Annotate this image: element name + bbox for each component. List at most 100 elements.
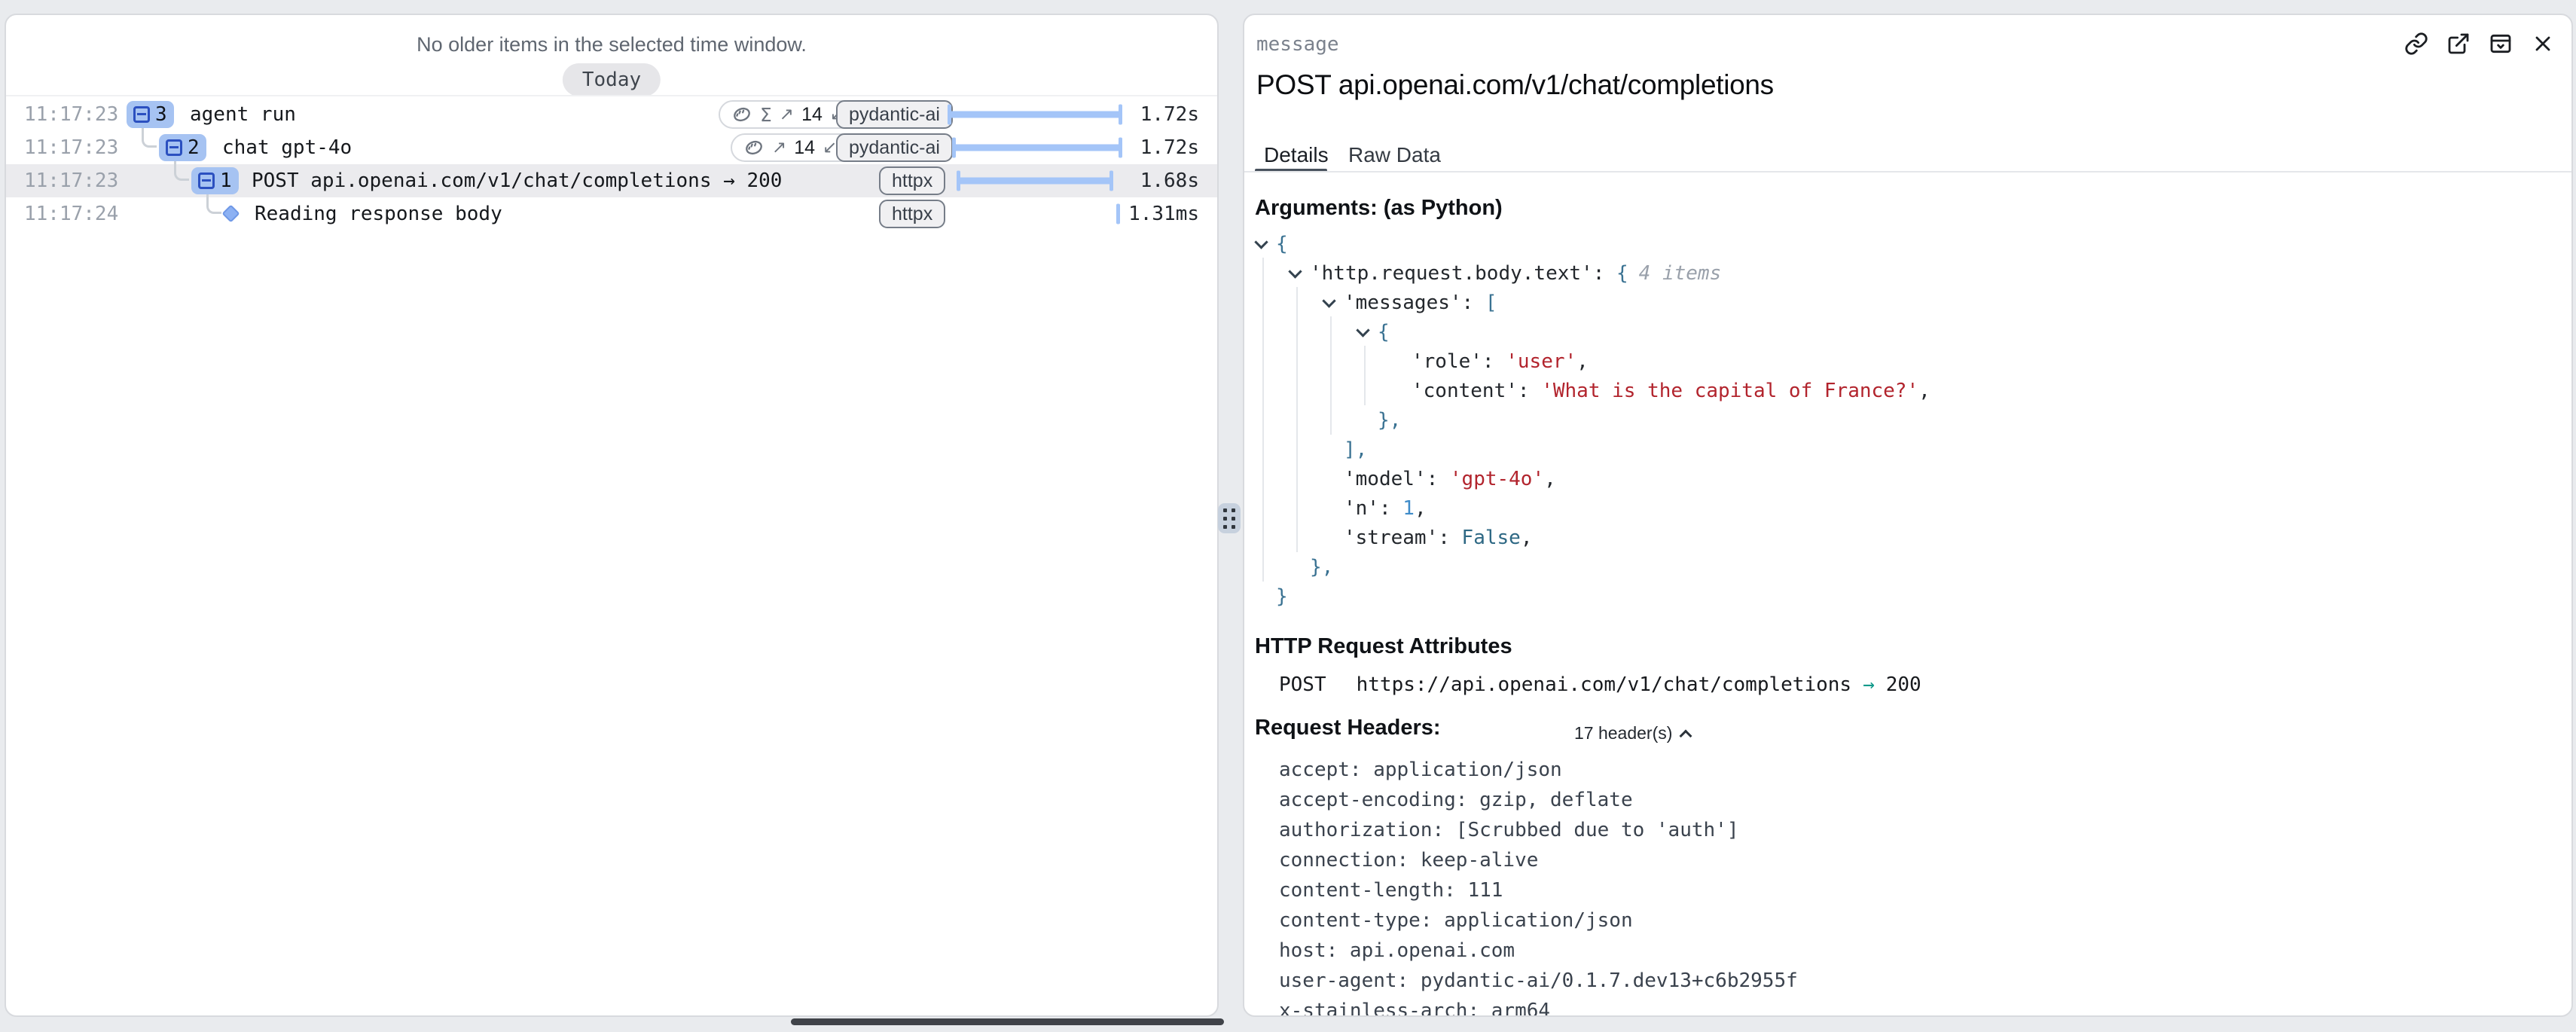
trace-row-reading-response-body[interactable]: 11:17:24 Reading response body httpx 1.3… (6, 197, 1217, 231)
code-line: 'n': 1, (1255, 493, 1930, 523)
timestamp: 11:17:23 (24, 169, 118, 192)
timestamp: 11:17:23 (24, 136, 118, 159)
tab-raw-data[interactable]: Raw Data (1348, 143, 1441, 167)
log-diamond-icon (221, 204, 240, 222)
tabbar-divider (1244, 171, 2571, 173)
tokens-in-count: 14 (801, 104, 823, 126)
chevron-down-icon[interactable] (1356, 323, 1369, 337)
duration-bar[interactable] (957, 171, 1113, 191)
trace-row-post-completions-selected[interactable]: 11:17:23 1 POST api.openai.com/v1/chat/c… (6, 164, 1217, 197)
tokens-in-icon: ↗ (780, 105, 794, 124)
child-count: 2 (188, 136, 200, 159)
tab-details[interactable]: Details (1264, 143, 1329, 167)
headers-count-toggle[interactable]: 17 header(s) (1574, 723, 1690, 743)
arguments-heading: Arguments: (as Python) (1255, 196, 1503, 221)
code-line: 'role': 'user', (1255, 347, 1930, 376)
token-coin-icon (731, 104, 752, 125)
header-line: host: api.openai.com (1279, 936, 1798, 966)
scope-tag[interactable]: pydantic-ai (836, 133, 953, 162)
duration-value: 1.72s (1140, 136, 1199, 159)
duration-value: 1.68s (1140, 169, 1199, 192)
collapse-minus-icon (133, 106, 150, 123)
request-url-group: https://api.openai.com/v1/chat/completio… (1357, 673, 1921, 696)
dock-panel-icon[interactable] (2489, 32, 2513, 56)
code-line: }, (1255, 405, 1930, 435)
span-label: Reading response body (255, 203, 502, 225)
request-headers-heading: Request Headers: (1255, 716, 1441, 740)
duration-tick[interactable] (1116, 204, 1120, 224)
panel-resize-handle[interactable] (1218, 503, 1241, 533)
request-url: https://api.openai.com/v1/chat/completio… (1357, 673, 1851, 696)
span-label: chat gpt-4o (222, 136, 352, 159)
collapse-badge[interactable]: 1 (191, 167, 239, 194)
scope-tag[interactable]: pydantic-ai (836, 100, 953, 129)
tree-connector (206, 194, 221, 214)
code-line: ], (1255, 435, 1930, 464)
child-count: 1 (220, 169, 232, 192)
code-line: 'model': 'gpt-4o', (1255, 464, 1930, 493)
details-panel: message POST api.openai.com/v1/chat/comp… (1243, 14, 2573, 1017)
header-line: authorization: [Scrubbed due to 'auth'] (1279, 815, 1798, 845)
header-line: content-type: application/json (1279, 905, 1798, 936)
tokens-in-icon: ↗ (772, 138, 786, 157)
tree-connector (142, 128, 157, 148)
rows-divider (6, 95, 1217, 96)
code-line: { (1255, 317, 1930, 347)
status-arrow-icon: → (1863, 673, 1875, 696)
grip-dots-icon (1223, 508, 1235, 529)
header-line: accept: application/json (1279, 755, 1798, 785)
arguments-python-tree: { 'http.request.body.text': {4 items 'me… (1255, 229, 1930, 611)
tokens-out-icon: ↙ (823, 138, 837, 157)
trace-row-chat-gpt4o[interactable]: 11:17:23 2 chat gpt-4o ↗ 14 ↙ 8 pydantic… (6, 131, 1217, 164)
duration-bar[interactable] (952, 138, 1122, 158)
code-line: }, (1255, 552, 1930, 582)
duration-value: 1.72s (1140, 103, 1199, 126)
request-method: POST (1279, 673, 1326, 696)
trace-viewer: No older items in the selected time wind… (0, 0, 2576, 1032)
request-summary-line: POST https://api.openai.com/v1/chat/comp… (1279, 673, 1921, 696)
horizontal-scrollbar-thumb[interactable] (791, 1018, 1224, 1025)
code-line: } (1255, 582, 1930, 611)
span-label: agent run (190, 103, 296, 126)
span-title: POST api.openai.com/v1/chat/completions (1256, 69, 1774, 101)
trace-row-agent-run[interactable]: 11:17:23 3 agent run Σ ↗ 14 ↙ 8 pydantic… (6, 98, 1217, 131)
header-line: content-length: 111 (1279, 875, 1798, 905)
today-button[interactable]: Today (563, 63, 661, 96)
collapse-caret-icon (1680, 729, 1692, 742)
timestamp: 11:17:24 (24, 203, 118, 225)
copy-link-icon[interactable] (2404, 32, 2428, 56)
span-label: POST api.openai.com/v1/chat/completions … (252, 169, 782, 192)
chevron-down-icon[interactable] (1322, 294, 1335, 307)
code-line: 'http.request.body.text': {4 items (1255, 258, 1930, 288)
no-older-items-notice: No older items in the selected time wind… (6, 33, 1217, 56)
tokens-in-count: 14 (794, 137, 815, 159)
header-line: connection: keep-alive (1279, 845, 1798, 875)
collapse-minus-icon (198, 173, 215, 189)
duration-bar[interactable] (948, 105, 1122, 125)
code-line: 'content': 'What is the capital of Franc… (1255, 376, 1930, 405)
tree-connector (174, 161, 189, 181)
code-line: { (1255, 229, 1930, 258)
header-line: user-agent: pydantic-ai/0.1.7.dev13+c6b2… (1279, 966, 1798, 996)
scope-tag[interactable]: httpx (879, 200, 945, 228)
duration-value: 1.31ms (1128, 203, 1199, 225)
collapse-minus-icon (166, 139, 182, 156)
panel-actions (2404, 32, 2555, 56)
close-icon[interactable] (2531, 32, 2555, 56)
header-line: accept-encoding: gzip, deflate (1279, 785, 1798, 815)
collapse-badge[interactable]: 3 (127, 101, 174, 128)
code-line: 'stream': False, (1255, 523, 1930, 552)
status-code: 200 (1886, 673, 1921, 696)
chevron-down-icon[interactable] (1254, 235, 1268, 249)
open-external-icon[interactable] (2446, 32, 2471, 56)
code-line: 'messages': [ (1255, 288, 1930, 317)
headers-count-label: 17 header(s) (1574, 723, 1672, 743)
timestamp: 11:17:23 (24, 103, 118, 126)
chevron-down-icon[interactable] (1288, 264, 1302, 278)
collapse-badge[interactable]: 2 (159, 134, 206, 161)
record-kind-label: message (1256, 33, 1339, 56)
scope-tag[interactable]: httpx (879, 166, 945, 195)
sum-icon: Σ (760, 104, 772, 126)
token-coin-icon (743, 137, 765, 158)
header-line: x-stainless-arch: arm64 (1279, 996, 1798, 1017)
